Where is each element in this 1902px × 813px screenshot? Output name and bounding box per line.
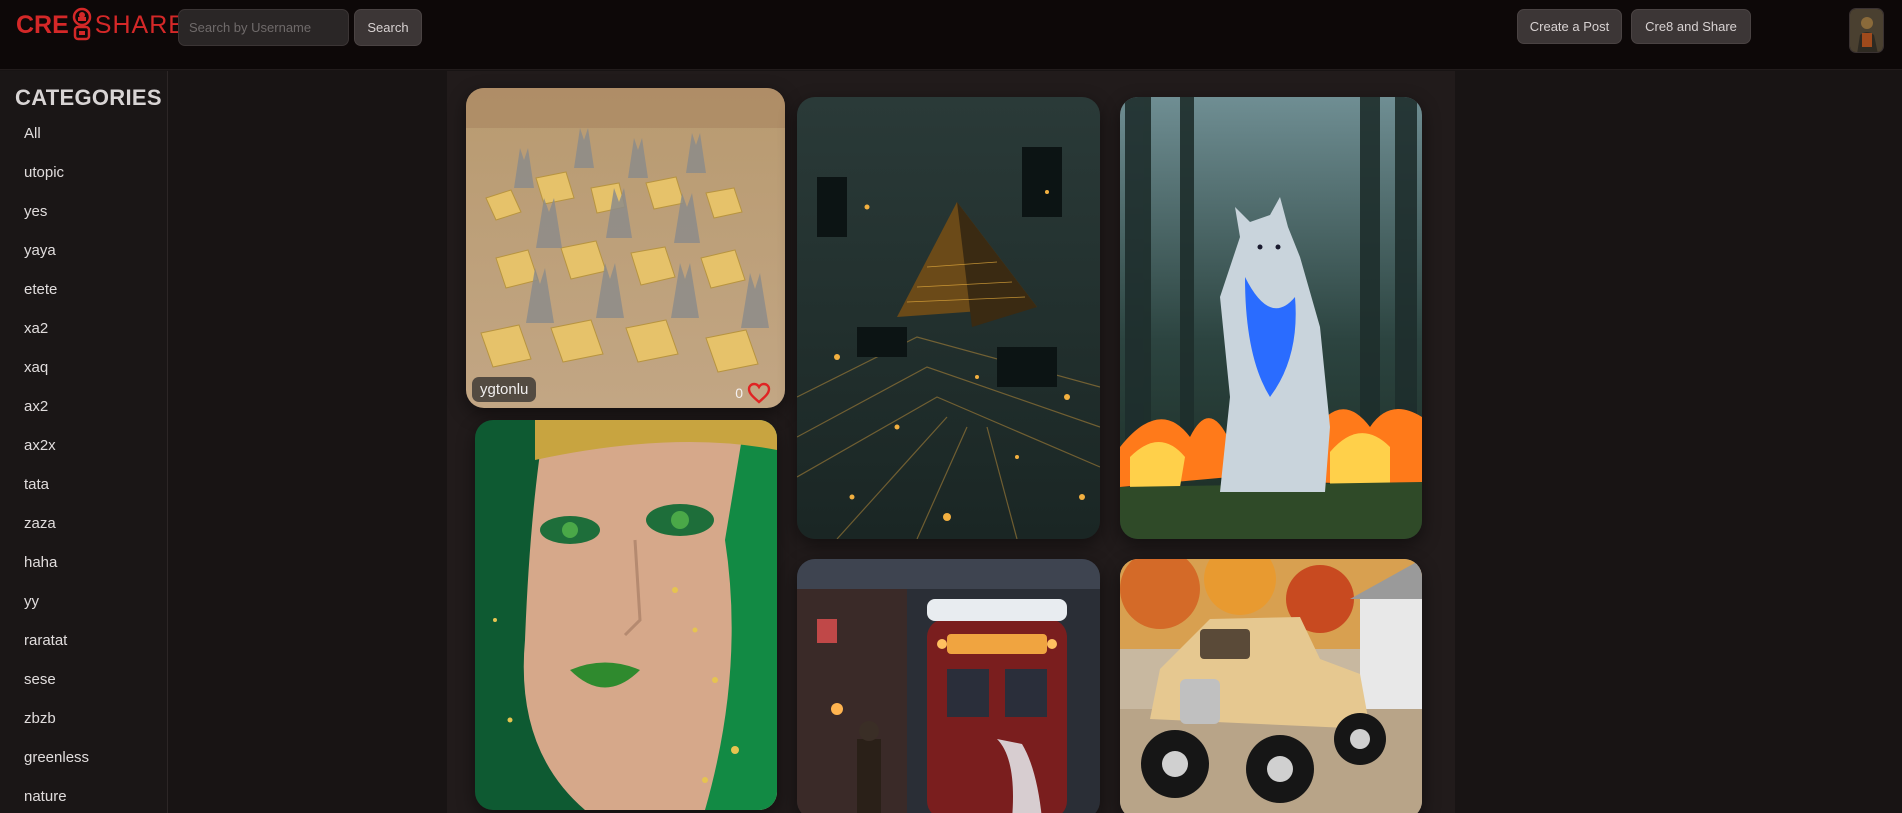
- category-item-utopic[interactable]: utopic: [24, 164, 89, 203]
- post-card[interactable]: [1120, 559, 1422, 813]
- category-list: All utopic yes yaya etete xa2 xaq ax2 ax…: [24, 125, 89, 813]
- search-button[interactable]: Search: [354, 9, 422, 46]
- heart-icon[interactable]: [747, 382, 771, 404]
- category-item-ax2[interactable]: ax2: [24, 398, 89, 437]
- post-image-red-train: [797, 559, 1100, 813]
- category-item-yaya[interactable]: yaya: [24, 242, 89, 281]
- logo-badge-icon: [72, 7, 92, 41]
- category-item-xa2[interactable]: xa2: [24, 320, 89, 359]
- category-item-yes[interactable]: yes: [24, 203, 89, 242]
- like-control[interactable]: 0: [735, 382, 771, 404]
- category-item-xaq[interactable]: xaq: [24, 359, 89, 398]
- category-item-ax2x[interactable]: ax2x: [24, 437, 89, 476]
- post-image-blue-wolf: [1120, 97, 1422, 539]
- logo-text-cre: CRE: [16, 10, 69, 39]
- post-image-cheese-cats: [466, 88, 785, 408]
- category-item-raratat[interactable]: raratat: [24, 632, 89, 671]
- category-item-sese[interactable]: sese: [24, 671, 89, 710]
- logo[interactable]: CRE SHARE: [16, 6, 186, 44]
- category-item-all[interactable]: All: [24, 125, 89, 164]
- post-card[interactable]: [475, 420, 777, 810]
- cre8-and-share-button[interactable]: Cre8 and Share: [1631, 9, 1751, 44]
- logo-text-share: SHARE: [94, 10, 186, 39]
- like-count: 0: [735, 385, 743, 401]
- post-card[interactable]: [797, 559, 1100, 813]
- post-image-peanut-car: [1120, 559, 1422, 813]
- category-item-zaza[interactable]: zaza: [24, 515, 89, 554]
- create-post-button[interactable]: Create a Post: [1517, 9, 1622, 44]
- categories-title: CATEGORIES: [15, 85, 162, 110]
- post-card[interactable]: [797, 97, 1100, 539]
- avatar-image: [1850, 9, 1883, 52]
- post-card[interactable]: ygtonlu 0: [466, 88, 785, 408]
- post-feed: ygtonlu 0: [447, 71, 1455, 813]
- top-navbar: CRE SHARE Search Create a Post Cre8 and …: [0, 0, 1902, 70]
- post-image-circuit-pyramid: [797, 97, 1100, 539]
- category-item-zbzb[interactable]: zbzb: [24, 710, 89, 749]
- category-item-tata[interactable]: tata: [24, 476, 89, 515]
- post-username[interactable]: ygtonlu: [472, 377, 537, 402]
- search-username-input[interactable]: [178, 9, 349, 46]
- category-item-etete[interactable]: etete: [24, 281, 89, 320]
- post-image-green-glitter-face: [475, 420, 777, 810]
- user-avatar[interactable]: [1849, 8, 1884, 53]
- category-item-haha[interactable]: haha: [24, 554, 89, 593]
- categories-sidebar: CATEGORIES All utopic yes yaya etete xa2…: [0, 71, 168, 813]
- post-card[interactable]: [1120, 97, 1422, 539]
- category-item-greenless[interactable]: greenless: [24, 749, 89, 788]
- category-item-yy[interactable]: yy: [24, 593, 89, 632]
- category-item-nature[interactable]: nature: [24, 788, 89, 813]
